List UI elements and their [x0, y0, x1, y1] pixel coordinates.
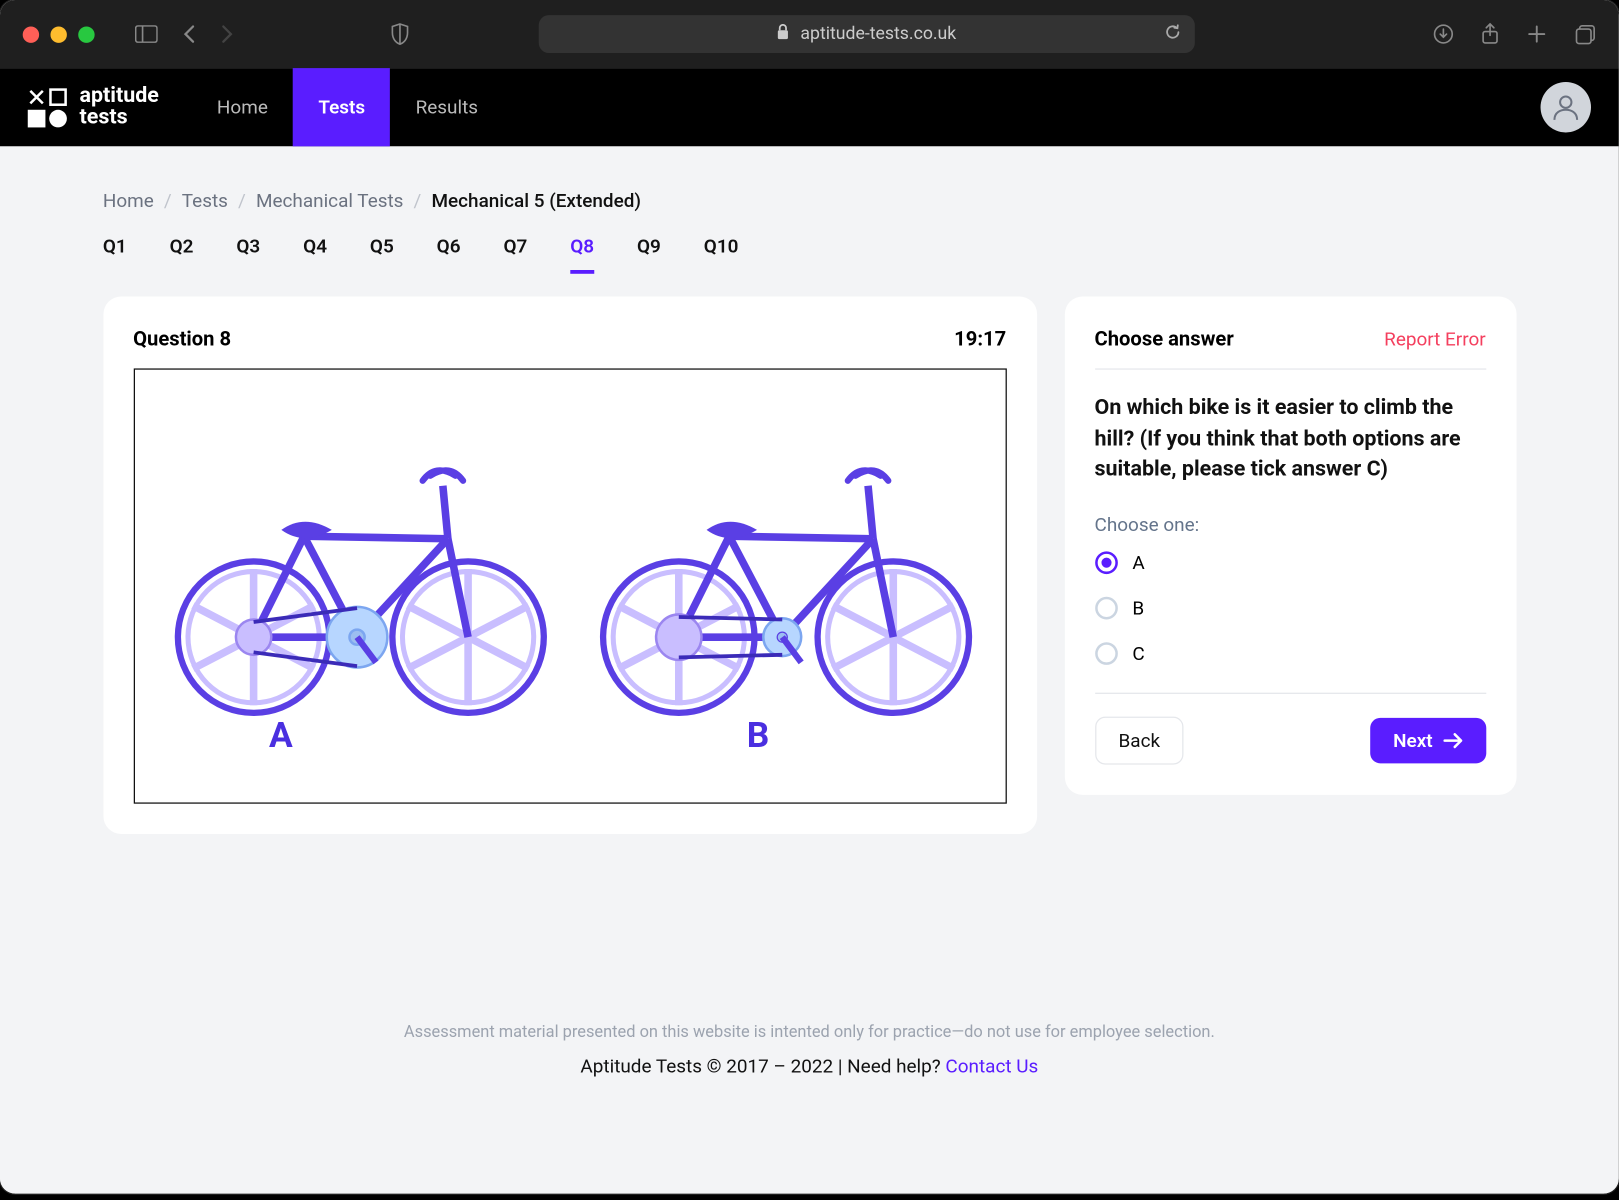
crumb-home[interactable]: Home [103, 189, 154, 212]
next-button[interactable]: Next [1370, 718, 1485, 763]
answer-card: Choose answer Report Error On which bike… [1064, 296, 1516, 794]
tab-q8[interactable]: Q8 [570, 235, 594, 274]
option-c[interactable]: C [1095, 642, 1486, 665]
report-error-link[interactable]: Report Error [1384, 327, 1485, 350]
choose-one-label: Choose one: [1095, 513, 1486, 536]
nav-home[interactable]: Home [192, 68, 293, 146]
question-text: On which bike is it easier to climb the … [1095, 392, 1486, 485]
browser-window: aptitude-tests.co.uk [0, 0, 1619, 1194]
tab-q7[interactable]: Q7 [503, 235, 527, 274]
crumb-current: Mechanical 5 (Extended) [431, 189, 641, 212]
shield-icon[interactable] [390, 23, 410, 46]
question-card: Question 8 19:17 [103, 296, 1037, 833]
option-a[interactable]: A [1095, 551, 1486, 574]
bike-a-label: A [269, 713, 293, 755]
nav-tests[interactable]: Tests [293, 68, 390, 146]
main-nav: Home Tests Results [192, 68, 504, 146]
minimize-window-icon[interactable] [50, 26, 66, 42]
option-b[interactable]: B [1095, 597, 1486, 620]
footer-disclaimer: Assessment material presented on this we… [103, 1023, 1516, 1042]
tab-q2[interactable]: Q2 [170, 235, 194, 274]
site-header: aptitudetests Home Tests Results [0, 68, 1619, 146]
reload-icon[interactable] [1163, 22, 1182, 46]
option-label: B [1132, 597, 1144, 620]
address-bar[interactable]: aptitude-tests.co.uk [538, 15, 1194, 53]
answer-title: Choose answer [1095, 327, 1234, 351]
new-tab-icon[interactable] [1527, 23, 1547, 46]
breadcrumb: Home / Tests / Mechanical Tests / Mechan… [103, 172, 1516, 222]
logo-text: aptitudetests [79, 86, 158, 129]
arrow-right-icon [1443, 732, 1463, 750]
radio-icon [1095, 597, 1118, 620]
user-icon [1549, 91, 1582, 124]
question-timer: 19:17 [954, 327, 1006, 351]
close-window-icon[interactable] [23, 26, 39, 42]
tab-q10[interactable]: Q10 [704, 235, 739, 274]
answer-options: A B C [1095, 551, 1486, 694]
question-image: A [133, 368, 1006, 803]
tab-q4[interactable]: Q4 [303, 235, 327, 274]
address-url: aptitude-tests.co.uk [800, 24, 956, 44]
nav-results[interactable]: Results [390, 68, 503, 146]
fullscreen-window-icon[interactable] [78, 26, 94, 42]
forward-icon[interactable] [221, 24, 234, 44]
page-body: Home / Tests / Mechanical Tests / Mechan… [0, 146, 1619, 1193]
avatar[interactable] [1541, 82, 1591, 132]
footer: Assessment material presented on this we… [103, 834, 1516, 1108]
bike-b-label: B [747, 713, 770, 755]
downloads-icon[interactable] [1433, 23, 1453, 46]
logo-mark-icon [28, 88, 67, 127]
option-label: A [1132, 551, 1144, 574]
tab-q6[interactable]: Q6 [437, 235, 461, 274]
bike-a-illustration: A [155, 409, 559, 762]
traffic-lights [23, 26, 95, 42]
option-label: C [1132, 642, 1144, 665]
lock-icon [776, 23, 790, 44]
site-logo[interactable]: aptitudetests [28, 86, 159, 129]
tab-q3[interactable]: Q3 [236, 235, 260, 274]
contact-link[interactable]: Contact Us [945, 1055, 1038, 1078]
tab-q1[interactable]: Q1 [103, 235, 127, 274]
tab-q5[interactable]: Q5 [370, 235, 394, 274]
browser-chrome: aptitude-tests.co.uk [0, 0, 1619, 68]
bike-b-illustration: B [580, 409, 984, 762]
radio-icon [1095, 551, 1118, 574]
question-tabs: Q1 Q2 Q3 Q4 Q5 Q6 Q7 Q8 Q9 Q10 [103, 222, 1516, 296]
crumb-mechanical[interactable]: Mechanical Tests [256, 189, 404, 212]
tab-q9[interactable]: Q9 [637, 235, 661, 274]
radio-icon [1095, 642, 1118, 665]
back-icon[interactable] [183, 24, 196, 44]
back-button[interactable]: Back [1095, 717, 1185, 765]
tabs-overview-icon[interactable] [1575, 23, 1596, 46]
crumb-tests[interactable]: Tests [182, 189, 228, 212]
sidebar-toggle-icon[interactable] [135, 25, 158, 43]
share-icon[interactable] [1481, 23, 1499, 46]
footer-copyright: Aptitude Tests © 2017 – 2022 | Need help… [580, 1055, 945, 1078]
question-label: Question 8 [133, 327, 231, 351]
